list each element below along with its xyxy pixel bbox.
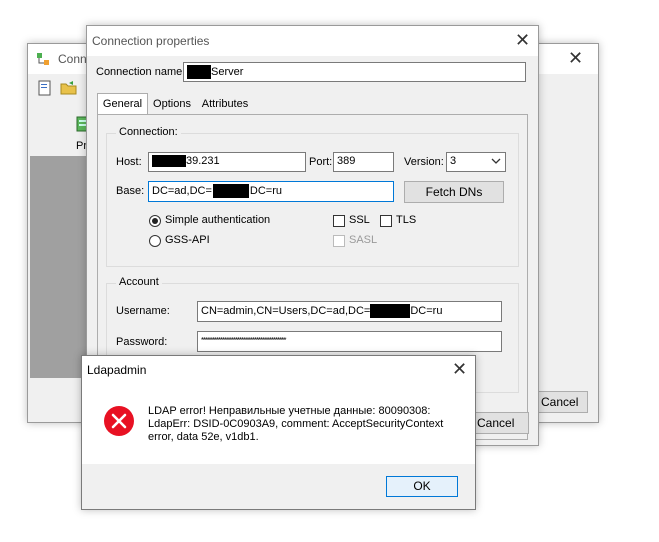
error-message-line: LdapErr: DSID-0C0903A9, comment: AcceptS… xyxy=(148,418,444,430)
error-message: LDAP error! Неправильные учетные данные:… xyxy=(148,405,468,444)
host-label: Host: xyxy=(116,156,142,168)
tree-item[interactable]: Priv xyxy=(30,106,95,156)
base-label: Base: xyxy=(116,185,145,197)
close-icon[interactable]: ✕ xyxy=(568,48,583,68)
redaction-mark xyxy=(152,155,186,168)
ok-button[interactable]: OK xyxy=(386,476,458,497)
redaction-mark xyxy=(370,304,411,318)
redaction-mark xyxy=(187,65,211,79)
port-field[interactable]: 389 xyxy=(333,152,394,172)
error-message-line: LDAP error! Неправильные учетные данные:… xyxy=(148,405,431,417)
tls-checkbox[interactable] xyxy=(380,215,392,227)
password-field[interactable]: **************************************** xyxy=(197,331,502,352)
sasl-label: SASL xyxy=(349,234,378,246)
props-title: Connection properties xyxy=(92,34,210,48)
account-group-label: Account xyxy=(116,276,162,288)
password-label: Password: xyxy=(116,336,168,348)
gss-api-radio[interactable] xyxy=(149,235,161,247)
error-title: Ldapadmin xyxy=(87,363,147,377)
error-icon xyxy=(103,405,135,440)
redaction-mark xyxy=(212,184,249,198)
ssl-label: SSL xyxy=(349,214,370,226)
app-tree-icon xyxy=(36,52,50,66)
open-folder-icon[interactable] xyxy=(60,80,78,99)
version-select[interactable]: 3 xyxy=(446,152,506,172)
connections-list: Priv xyxy=(30,106,95,378)
tab-attributes[interactable]: Attributes xyxy=(197,97,253,114)
simple-auth-label: Simple authentication xyxy=(165,214,271,226)
simple-auth-radio[interactable] xyxy=(149,215,161,227)
connections-title: Conn xyxy=(58,52,87,66)
error-dialog: Ldapadmin ✕ LDAP error! Неправильные уче… xyxy=(81,355,476,510)
ssl-checkbox[interactable] xyxy=(333,215,345,227)
error-message-line: error, data 52e, v1db1. xyxy=(148,431,259,443)
button-area: OK xyxy=(82,464,475,509)
tls-label: TLS xyxy=(396,214,417,226)
gss-api-label: GSS-API xyxy=(165,234,210,246)
back-cancel-button[interactable]: Cancel xyxy=(538,391,588,413)
username-label: Username: xyxy=(116,305,170,317)
tab-options[interactable]: Options xyxy=(150,97,194,114)
connection-name-label: Connection name: xyxy=(96,66,186,78)
sasl-checkbox xyxy=(333,235,345,247)
connection-group-label: Connection: xyxy=(116,126,181,138)
fetch-dns-button[interactable]: Fetch DNs xyxy=(404,181,504,203)
host-field[interactable]: 39.231 xyxy=(148,152,306,172)
props-titlebar: Connection properties ✕ xyxy=(87,26,538,56)
close-icon[interactable]: ✕ xyxy=(515,30,530,50)
close-icon[interactable]: ✕ xyxy=(452,359,467,379)
username-field[interactable]: CN=admin,CN=Users,DC=ad,DC= DC=ru xyxy=(197,301,502,322)
new-connection-icon[interactable] xyxy=(38,80,52,99)
connection-name-field[interactable]: Server xyxy=(183,62,526,82)
chevron-down-icon xyxy=(491,156,501,169)
tab-general[interactable]: General xyxy=(97,93,148,114)
port-label: Port: xyxy=(309,156,333,168)
error-titlebar: Ldapadmin ✕ xyxy=(82,356,475,384)
base-field[interactable]: DC=ad,DC= DC=ru xyxy=(148,181,394,202)
version-label: Version: xyxy=(404,156,444,168)
